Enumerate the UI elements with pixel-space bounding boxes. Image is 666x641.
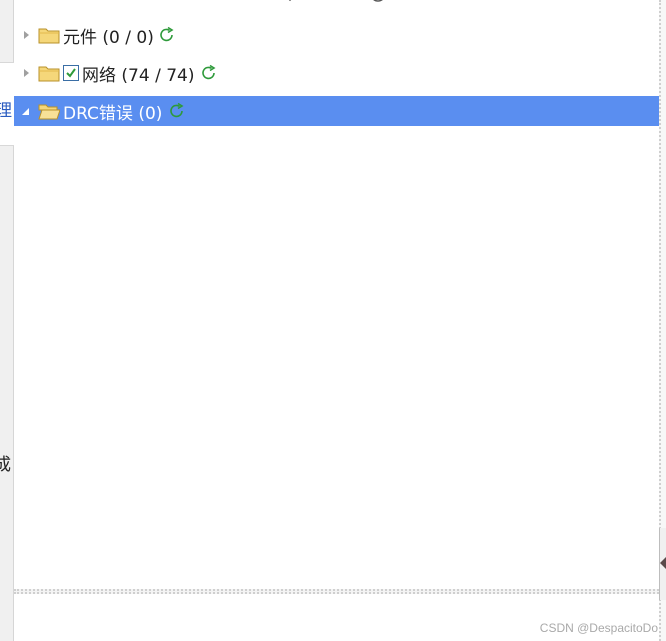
left-tab-label[interactable]: 理	[0, 96, 12, 121]
folder-icon	[38, 66, 60, 82]
tree-item-nets[interactable]: 网络 (74 / 74)	[14, 58, 659, 88]
refresh-icon[interactable]	[158, 26, 176, 44]
info-icon[interactable]	[368, 0, 388, 10]
folder-icon	[38, 28, 60, 44]
refresh-icon[interactable]	[200, 64, 218, 82]
tree-item-label: 元件 (0 / 0)	[63, 27, 154, 48]
visibility-checkbox[interactable]	[63, 65, 79, 81]
watermark: CSDN @DespacitoDo	[539, 621, 658, 635]
collapse-panel-handle[interactable]	[659, 528, 666, 600]
caret-down-icon	[22, 107, 29, 115]
tree-item-drc-errors[interactable]: DRC错误 (0)	[14, 96, 659, 126]
layers-icon[interactable]	[280, 0, 300, 10]
left-tab-label-bottom[interactable]: 成	[0, 450, 11, 475]
expand-arrow[interactable]	[14, 68, 36, 78]
caret-right-icon	[24, 69, 29, 77]
checkmark-icon	[66, 68, 76, 78]
tree-item-label: DRC错误 (0)	[63, 103, 163, 124]
refresh-icon[interactable]	[168, 102, 186, 120]
top-toolbar	[280, 0, 400, 10]
collapse-arrow[interactable]	[14, 107, 36, 116]
tree-item-label: 网络 (74 / 74)	[82, 65, 195, 86]
caret-right-icon	[24, 31, 29, 39]
arrow-left-icon	[660, 556, 666, 570]
folder-open-icon	[38, 104, 60, 120]
expand-arrow[interactable]	[14, 30, 36, 40]
tree-item-components[interactable]: 元件 (0 / 0)	[14, 20, 659, 50]
share-icon[interactable]	[324, 0, 344, 10]
